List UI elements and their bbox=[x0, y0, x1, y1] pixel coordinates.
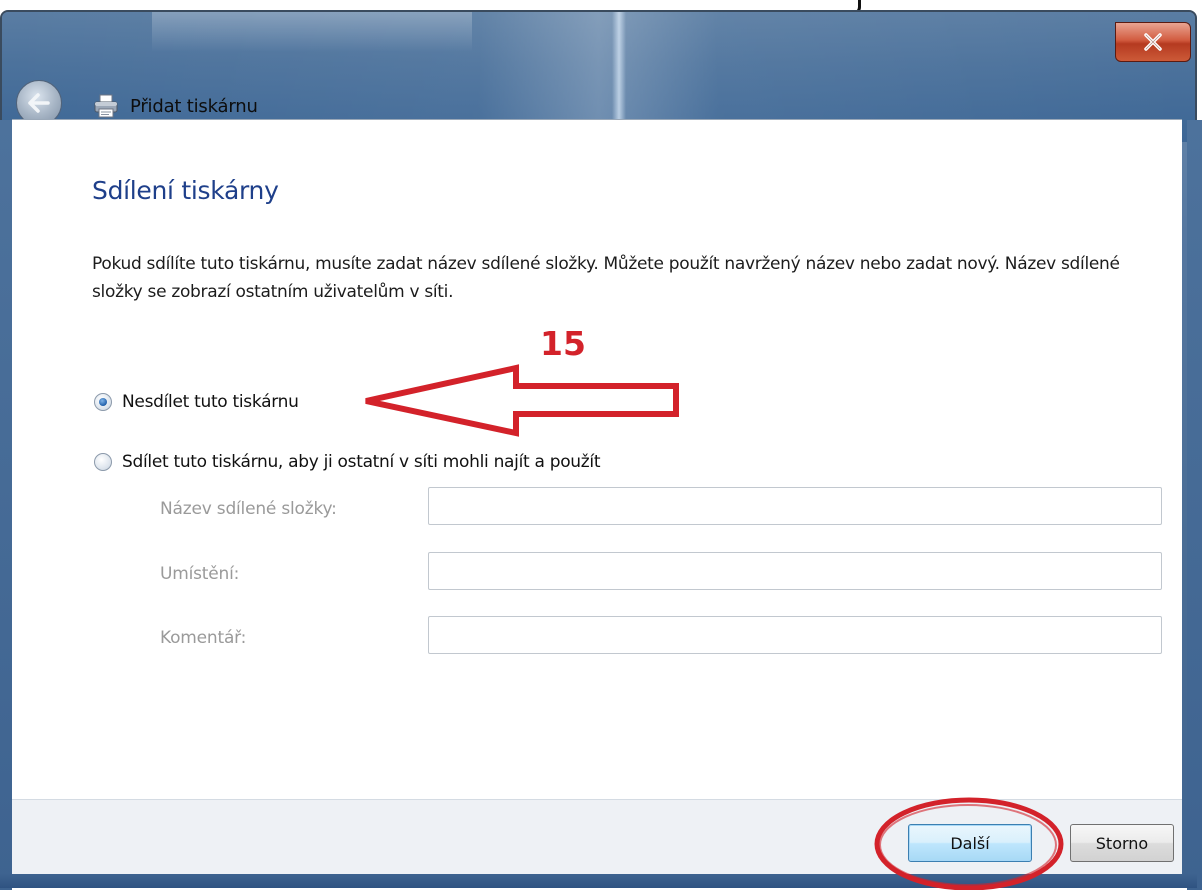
window-bottom-border bbox=[0, 874, 1197, 888]
screen: Přidat tiskárnu Sdílení tiskárny Pokud s… bbox=[0, 0, 1202, 890]
radio-selected-icon[interactable] bbox=[94, 393, 112, 411]
printer-icon bbox=[94, 94, 118, 118]
next-button[interactable]: Další bbox=[908, 824, 1032, 862]
wizard-content: Sdílení tiskárny Pokud sdílíte tuto tisk… bbox=[12, 119, 1182, 800]
close-icon bbox=[1144, 33, 1162, 51]
top-strip bbox=[0, 0, 1202, 10]
window-title: Přidat tiskárnu bbox=[130, 96, 258, 117]
page-description: Pokud sdílíte tuto tiskárnu, musíte zada… bbox=[92, 254, 1120, 302]
location-label: Umístění: bbox=[160, 564, 240, 584]
annotation-step-number: 15 bbox=[540, 324, 586, 363]
comment-label: Komentář: bbox=[160, 628, 247, 648]
glass-highlight bbox=[152, 12, 472, 52]
back-arrow-icon bbox=[28, 93, 50, 113]
radio-unselected-icon[interactable] bbox=[94, 453, 112, 471]
location-input[interactable] bbox=[428, 552, 1162, 590]
share-name-label: Název sdílené složky: bbox=[160, 499, 337, 519]
window-right-border bbox=[1187, 120, 1202, 890]
page-title: Sdílení tiskárny bbox=[92, 176, 279, 205]
comment-input[interactable] bbox=[428, 616, 1162, 654]
cancel-button[interactable]: Storno bbox=[1070, 824, 1174, 862]
option-do-not-share[interactable]: Nesdílet tuto tiskárnu bbox=[94, 392, 299, 412]
option-label: Sdílet tuto tiskárnu, aby ji ostatní v s… bbox=[122, 452, 601, 472]
option-label: Nesdílet tuto tiskárnu bbox=[122, 392, 299, 412]
close-button[interactable] bbox=[1115, 22, 1191, 62]
option-share[interactable]: Sdílet tuto tiskárnu, aby ji ostatní v s… bbox=[94, 452, 600, 472]
wizard-footer: Další Storno bbox=[12, 799, 1182, 874]
window-left-border bbox=[0, 120, 12, 890]
share-name-input[interactable] bbox=[428, 487, 1162, 525]
